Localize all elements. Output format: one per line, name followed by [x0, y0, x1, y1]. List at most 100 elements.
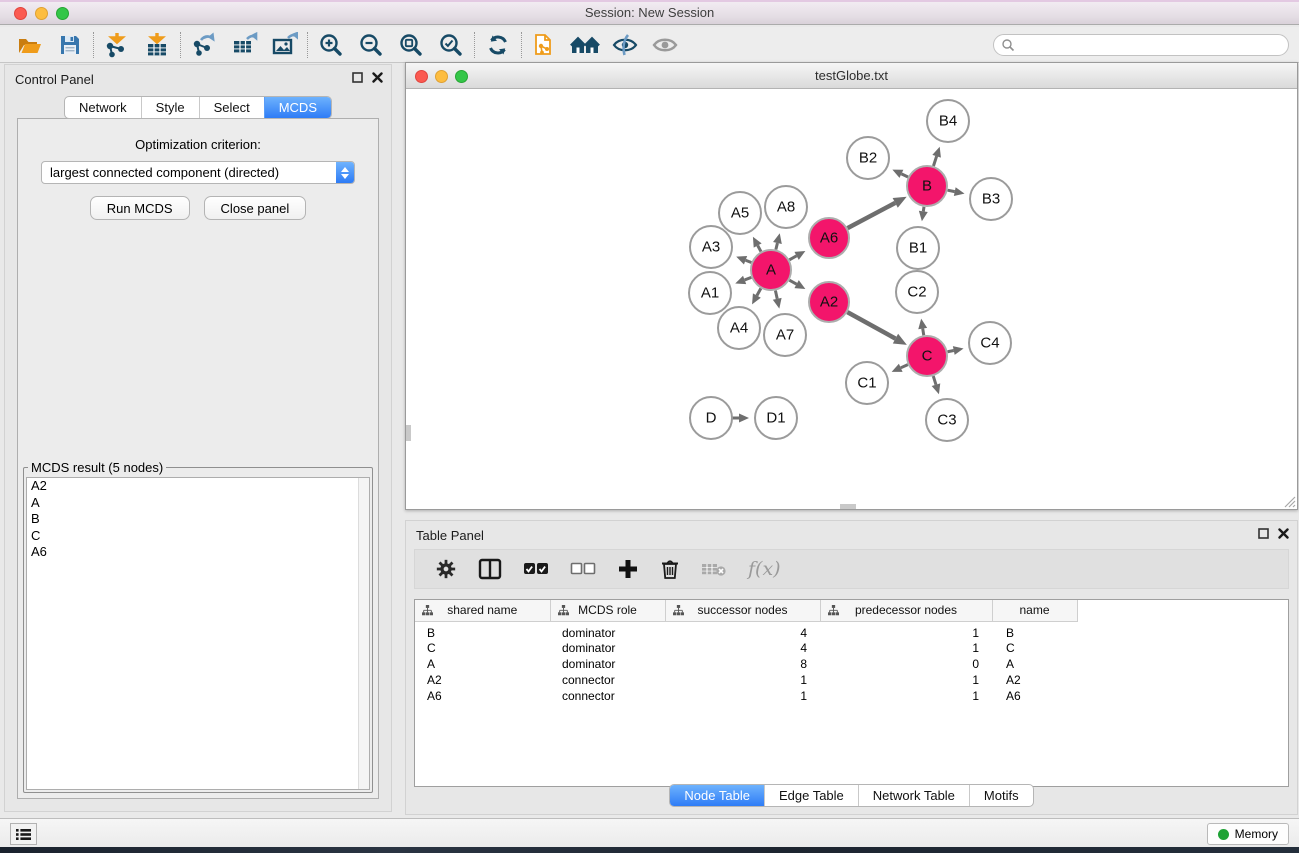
graph-node-A2[interactable]: A2 [809, 282, 849, 322]
table-cell[interactable]: dominator [550, 656, 665, 672]
save-session-button[interactable] [50, 30, 90, 60]
table-cell[interactable]: C [415, 640, 550, 656]
table-settings-button[interactable] [435, 558, 457, 580]
graph-node-B2[interactable]: B2 [847, 137, 889, 179]
graph-edge-C-C2[interactable] [918, 319, 927, 336]
graph-edge-C-C1[interactable] [892, 364, 908, 372]
graph-node-C3[interactable]: C3 [926, 399, 968, 441]
zoom-out-button[interactable] [351, 30, 391, 60]
graph-node-B4[interactable]: B4 [927, 100, 969, 142]
tab-select[interactable]: Select [199, 97, 264, 118]
graph-node-D1[interactable]: D1 [755, 397, 797, 439]
table-cell[interactable]: B [415, 621, 550, 640]
select-all-checkboxes-button[interactable] [523, 562, 549, 576]
zoom-selected-button[interactable] [431, 30, 471, 60]
mcds-result-list[interactable]: A2ABCA6 [26, 477, 370, 790]
table-cell[interactable]: 0 [820, 656, 992, 672]
mcds-result-item[interactable]: B [27, 511, 369, 528]
table-cell[interactable]: A2 [992, 672, 1077, 688]
graph-node-B[interactable]: B [907, 166, 947, 206]
close-panel-button[interactable]: Close panel [204, 196, 307, 220]
table-cell[interactable]: A [415, 656, 550, 672]
tab-network[interactable]: Network [65, 97, 141, 118]
graph-edge-D-D1[interactable] [732, 414, 749, 423]
network-close-button[interactable] [415, 70, 428, 83]
graph-node-B1[interactable]: B1 [897, 227, 939, 269]
export-network-button[interactable] [184, 30, 224, 60]
network-zoom-button[interactable] [455, 70, 468, 83]
show-all-button[interactable] [645, 30, 685, 60]
float-panel-icon[interactable] [1258, 528, 1269, 539]
vertical-scroll-thumb[interactable] [406, 425, 411, 441]
zoom-window-button[interactable] [56, 7, 69, 20]
mcds-result-item[interactable]: C [27, 528, 369, 545]
zoom-fit-button[interactable] [391, 30, 431, 60]
graph-edge-A-A6[interactable] [789, 251, 805, 260]
zoom-in-button[interactable] [311, 30, 351, 60]
mcds-result-item[interactable]: A2 [27, 478, 369, 495]
graph-edge-B-B4[interactable] [932, 147, 941, 166]
column-header-predecessor-nodes[interactable]: predecessor nodes [820, 600, 992, 621]
graph-node-A5[interactable]: A5 [719, 192, 761, 234]
function-builder-button[interactable]: f(x) [748, 558, 781, 580]
graph-edge-B-B3[interactable] [948, 187, 965, 196]
graph-node-C4[interactable]: C4 [969, 322, 1011, 364]
table-cell[interactable]: 1 [665, 672, 820, 688]
network-minimize-button[interactable] [435, 70, 448, 83]
tab-mcds[interactable]: MCDS [264, 97, 331, 118]
table-cell[interactable]: dominator [550, 640, 665, 656]
graph-node-C2[interactable]: C2 [896, 271, 938, 313]
graph-edge-A-A1[interactable] [735, 276, 751, 284]
add-column-button[interactable] [617, 558, 639, 580]
table-cell[interactable]: A2 [415, 672, 550, 688]
table-cell[interactable]: 1 [820, 640, 992, 656]
graph-node-A1[interactable]: A1 [689, 272, 731, 314]
mcds-result-item[interactable]: A6 [27, 544, 369, 561]
graph-edge-C-C4[interactable] [948, 346, 964, 355]
table-cell[interactable]: 1 [820, 621, 992, 640]
close-panel-icon[interactable] [372, 72, 383, 83]
table-cell[interactable]: A6 [415, 688, 550, 704]
minimize-window-button[interactable] [35, 7, 48, 20]
network-canvas[interactable]: B4B2BB3A8A5A6A3B1AC2A1A2A4A7C4CC1C3DD1 [406, 89, 1297, 509]
table-cell[interactable]: 4 [665, 640, 820, 656]
graph-edge-C-C3[interactable] [932, 376, 941, 394]
import-table-button[interactable] [137, 30, 177, 60]
table-cell[interactable]: 1 [820, 688, 992, 704]
delete-columns-button[interactable] [660, 558, 680, 580]
table-cell[interactable]: C [992, 640, 1077, 656]
graph-node-D[interactable]: D [690, 397, 732, 439]
export-image-button[interactable] [264, 30, 304, 60]
tab-motifs[interactable]: Motifs [969, 785, 1033, 806]
refresh-layout-button[interactable] [478, 30, 518, 60]
tab-edge-table[interactable]: Edge Table [764, 785, 858, 806]
close-window-button[interactable] [14, 7, 27, 20]
resize-grip-icon[interactable] [1283, 495, 1296, 508]
close-panel-icon[interactable] [1278, 528, 1289, 539]
first-neighbors-button[interactable] [565, 30, 605, 60]
graph-node-A8[interactable]: A8 [765, 186, 807, 228]
graph-node-A4[interactable]: A4 [718, 307, 760, 349]
mcds-list-scrollbar[interactable] [358, 478, 369, 789]
graph-edge-A2-C[interactable] [847, 312, 906, 345]
table-cell[interactable]: 8 [665, 656, 820, 672]
graph-edge-A6-B[interactable] [848, 197, 907, 228]
tab-node-table[interactable]: Node Table [670, 785, 764, 806]
graph-edge-A-A7[interactable] [773, 291, 782, 309]
task-history-button[interactable] [10, 823, 37, 845]
search-field[interactable] [993, 34, 1289, 56]
optimization-criterion-dropdown[interactable]: largest connected component (directed) [41, 161, 355, 184]
new-network-from-selection-button[interactable] [525, 30, 565, 60]
graph-edge-A-A4[interactable] [752, 288, 761, 304]
import-network-button[interactable] [97, 30, 137, 60]
table-cell[interactable]: connector [550, 688, 665, 704]
network-window-titlebar[interactable]: testGlobe.txt [406, 63, 1297, 89]
graph-edge-A-A3[interactable] [736, 256, 751, 264]
mcds-result-item[interactable]: A [27, 495, 369, 512]
table-cell[interactable]: 1 [820, 672, 992, 688]
table-cell[interactable]: B [992, 621, 1077, 640]
column-header-shared-name[interactable]: shared name [415, 600, 550, 621]
toggle-panels-button[interactable] [478, 558, 502, 580]
graph-edge-A-A5[interactable] [753, 237, 762, 252]
column-header-successor-nodes[interactable]: successor nodes [665, 600, 820, 621]
